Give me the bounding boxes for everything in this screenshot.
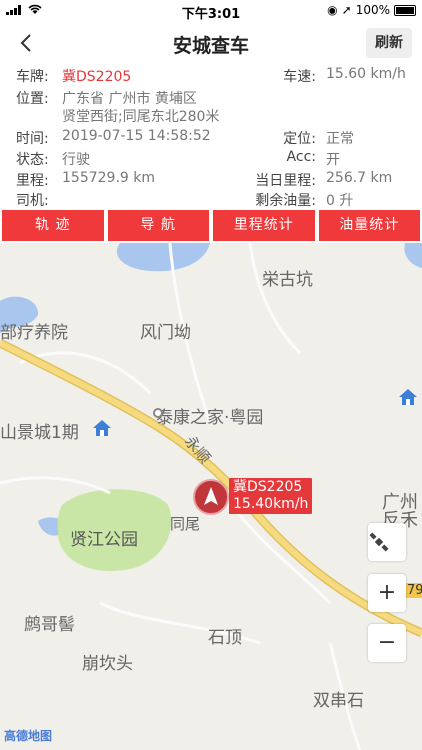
mileage-value: 155729.9 km: [62, 170, 155, 186]
lock-rotation-icon: ◉: [327, 3, 338, 17]
place-label: 风门坳: [140, 323, 191, 343]
mileage-stats-button[interactable]: 里程统计: [213, 210, 315, 241]
park-label: 贤江公园: [70, 530, 138, 550]
vehicle-marker[interactable]: [193, 479, 229, 515]
action-bar: 轨 迹 导 航 里程统计 油量统计: [0, 210, 422, 241]
place-label: 栄古坑: [262, 270, 313, 290]
speed-value: 15.60 km/h: [326, 66, 406, 82]
plate-value: 冀DS2205: [62, 69, 132, 85]
mileage-label: 里程:: [16, 173, 49, 189]
satellite-icon: [369, 532, 389, 552]
place-label: 鹧哥髻: [24, 615, 75, 635]
vehicle-info-panel: 车牌: 冀DS2205 车速: 15.60 km/h 位置: 广东省 广州市 黄…: [0, 64, 422, 209]
home-icon: [93, 420, 111, 436]
place-label: 崩坎头: [82, 654, 133, 674]
track-button[interactable]: 轨 迹: [2, 210, 104, 241]
daily-mileage-label: 当日里程:: [255, 173, 316, 189]
state-value: 行驶: [62, 152, 90, 168]
lake-top: [116, 243, 210, 272]
place-label: 泰康之家·粤园: [156, 408, 264, 428]
road-shield: 79: [405, 583, 422, 598]
acc-value: 开: [326, 152, 340, 168]
time-value: 2019-07-15 14:58:52: [62, 128, 211, 144]
place-label: 石顶: [208, 628, 242, 648]
driver-label: 司机:: [16, 193, 49, 209]
time-label: 时间:: [16, 131, 49, 147]
battery-icon: [394, 4, 416, 16]
place-label: 双串石: [313, 691, 364, 711]
zoom-out-button[interactable]: −: [368, 624, 406, 662]
vehicle-label-speed: 15.40km/h: [233, 496, 309, 512]
location-line2: 贤堂西街;同尾东北280米: [62, 109, 220, 125]
navigate-button[interactable]: 导 航: [107, 210, 209, 241]
location-line1: 广东省 广州市 黄埔区: [62, 91, 197, 107]
battery-percent: 100%: [355, 3, 390, 17]
gps-label: 定位:: [283, 131, 316, 147]
poi-dot-icon: [153, 408, 163, 418]
state-label: 状态:: [16, 152, 49, 168]
gps-value: 正常: [326, 131, 354, 147]
status-bar: 下午3:01 ◉ ➚ 100%: [0, 0, 422, 22]
map-view[interactable]: 栄古坑 部疗养院 风门坳 泰康之家·粤园 山景城1期 永顺 贤江公园 同尾 鹧哥…: [0, 243, 422, 750]
acc-label: Acc:: [286, 149, 316, 165]
place-label: 部疗养院: [0, 323, 68, 343]
fuel-label: 剩余油量:: [255, 193, 316, 209]
refresh-button[interactable]: 刷新: [366, 28, 412, 58]
place-label: 同尾: [170, 515, 201, 533]
place-label: 山景城1期: [0, 423, 79, 443]
location-label: 位置:: [16, 91, 49, 107]
fuel-stats-button[interactable]: 油量统计: [318, 210, 420, 241]
page-title: 安城查车: [172, 35, 249, 57]
vehicle-label: 冀DS2205 15.40km/h: [229, 478, 313, 514]
nav-bar: 安城查车 刷新: [0, 22, 422, 64]
speed-label: 车速:: [283, 69, 316, 85]
vehicle-label-plate: 冀DS2205: [233, 479, 303, 495]
zoom-in-button[interactable]: +: [368, 574, 406, 612]
map-logo: 高德地图: [4, 729, 53, 743]
location-arrow-icon: ➚: [341, 3, 352, 17]
fuel-value: 0 升: [326, 193, 354, 209]
daily-mileage-value: 256.7 km: [326, 170, 393, 186]
plate-label: 车牌:: [16, 69, 49, 85]
lake-right: [404, 243, 422, 268]
navigation-arrow-icon: [204, 487, 218, 505]
satellite-toggle-button[interactable]: [368, 523, 406, 561]
home-icon: [399, 389, 417, 405]
